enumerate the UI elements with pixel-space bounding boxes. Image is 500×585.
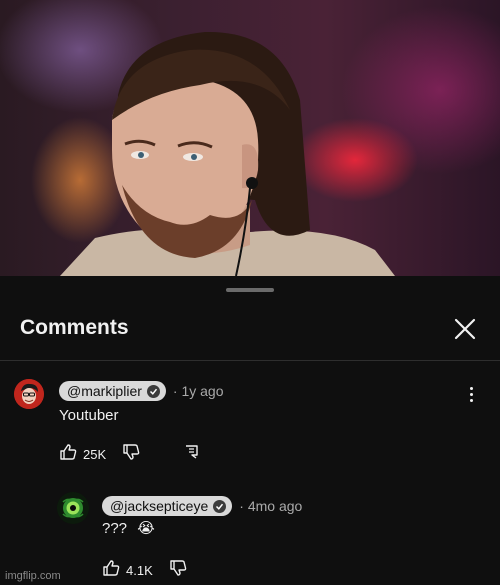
header-divider [0,360,500,361]
close-button[interactable] [450,314,480,344]
avatar-markiplier-icon [14,379,44,409]
sheet-title: Comments [20,316,129,339]
avatar[interactable] [57,492,89,524]
drag-handle[interactable] [226,288,274,292]
comment-author: @markiplier [67,383,142,399]
crying-emoji: 😭 [137,520,155,537]
verified-check-icon [146,384,160,398]
close-icon [454,318,476,340]
comment-text: Youtuber [59,407,119,424]
comment-author-pill[interactable]: @markiplier [59,381,166,401]
like-button[interactable] [102,559,120,582]
reply-icon [186,445,198,459]
video-frame[interactable] [0,0,500,276]
more-options-button[interactable] [466,387,476,405]
dislike-button[interactable] [122,443,140,466]
dislike-button[interactable] [169,559,187,582]
comment-timestamp: · 1y ago [172,383,224,399]
comment-author: @jacksepticeye [110,498,209,514]
thumbs-up-icon [60,444,77,460]
watermark: imgflip.com [5,570,61,582]
verified-check-icon [213,499,227,513]
like-count: 25K [83,447,107,462]
like-button[interactable] [59,443,77,466]
video-thumbnail-person [60,31,395,276]
comment-text: ??? 😭 [102,520,155,537]
more-vertical-icon [469,387,473,390]
thumbs-up-icon [103,560,120,576]
avatar[interactable] [14,379,44,409]
avatar-jacksepticeye-icon [57,492,89,524]
reply-button[interactable] [184,444,200,465]
thumbs-down-icon [170,560,187,576]
comment-timestamp: · 4mo ago [239,498,303,514]
comment-author-pill[interactable]: @jacksepticeye [102,496,233,516]
like-count: 4.1K [126,563,153,578]
thumbs-down-icon [123,444,140,460]
comments-sheet: Comments @markiplier · 1y ago Youtuber 2… [0,276,500,585]
